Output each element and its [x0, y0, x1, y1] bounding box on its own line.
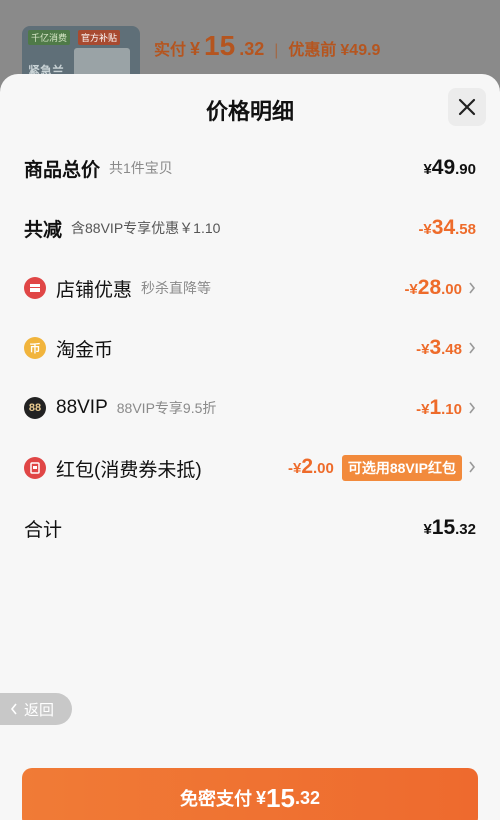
chevron-right-icon	[468, 461, 476, 473]
reduce-amount: -¥ 34 .58	[418, 216, 476, 240]
red-packet-label: 红包(消费券未抵)	[56, 459, 202, 481]
vip-dec: .10	[441, 401, 462, 418]
shop-dec: .00	[441, 281, 462, 298]
close-button[interactable]	[448, 88, 486, 126]
vip-icon: 88	[24, 397, 46, 419]
coin-currency: -¥	[416, 341, 430, 358]
total-sub: 共1件宝贝	[109, 160, 173, 176]
row-shop-discount[interactable]: 店铺优惠 秒杀直降等 -¥ 28 .00	[24, 270, 476, 306]
coin-amount: -¥ 3 .48	[416, 336, 476, 360]
red-packet-amount: -¥ 2 .00 可选用88VIP红包	[288, 455, 476, 481]
shop-sub: 秒杀直降等	[141, 280, 212, 296]
chevron-right-icon	[468, 282, 476, 294]
shop-currency: -¥	[404, 281, 418, 298]
thumb-tag-right: 官方补贴	[78, 30, 121, 45]
total-label: 商品总价	[24, 159, 101, 181]
reduce-int: 34	[431, 216, 456, 239]
thumb-tag-left: 千亿消费	[28, 30, 71, 45]
pay-int: 15	[266, 782, 295, 813]
reduce-sub: 含88VIP专享优惠￥1.10	[71, 220, 221, 236]
sum-label: 合计	[24, 519, 63, 541]
sum-amount: ¥ 15 .32	[423, 516, 476, 540]
close-icon	[458, 98, 476, 116]
price-label: 实付	[154, 42, 187, 59]
reduce-currency: -¥	[418, 221, 432, 238]
total-amount: ¥ 49 .90	[423, 156, 476, 180]
row-sum: 合计 ¥ 15 .32	[24, 510, 476, 546]
original-price-label: 优惠前	[288, 42, 337, 59]
red-packet-int: 2	[301, 455, 313, 478]
shop-label: 店铺优惠	[56, 279, 133, 301]
coin-label: 淘金币	[56, 339, 114, 361]
chevron-right-icon	[468, 402, 476, 414]
row-88vip[interactable]: 88 88VIP 88VIP专享9.5折 -¥ 1 .10	[24, 390, 476, 426]
row-red-packet[interactable]: 红包(消费券未抵) -¥ 2 .00 可选用88VIP红包	[24, 450, 476, 486]
chevron-right-icon	[468, 342, 476, 354]
row-reduce: 共减 含88VIP专享优惠￥1.10 -¥ 34 .58	[24, 210, 476, 246]
pay-label: 免密支付	[180, 789, 253, 809]
vip-amount: -¥ 1 .10	[416, 396, 476, 420]
coin-dec: .48	[441, 341, 462, 358]
back-button[interactable]: 返回	[0, 693, 72, 725]
sum-dec: .32	[455, 521, 476, 538]
shop-icon-glyph	[30, 284, 40, 292]
reduce-label: 共减	[24, 219, 63, 241]
chevron-left-icon	[10, 703, 17, 715]
price-currency: ¥	[190, 39, 201, 59]
back-label: 返回	[23, 701, 54, 719]
sheet-title: 价格明细	[205, 99, 294, 124]
vip-int: 1	[429, 396, 442, 419]
price-dec: .32	[239, 39, 265, 59]
pay-currency: ¥	[256, 787, 267, 808]
coin-int: 3	[429, 336, 442, 359]
red-packet-icon	[24, 457, 46, 479]
vip-label: 88VIP	[56, 397, 108, 418]
original-price-value: ¥49.9	[340, 42, 381, 59]
vip-sub: 88VIP专享9.5折	[116, 400, 217, 416]
coin-icon: 币	[24, 337, 46, 359]
row-total: 商品总价 共1件宝贝 ¥ 49 .90	[24, 150, 476, 186]
vip-red-packet-tag[interactable]: 可选用88VIP红包	[341, 455, 462, 481]
vip-currency: -¥	[416, 401, 430, 418]
sum-currency: ¥	[423, 521, 432, 538]
price-detail-sheet: 价格明细 商品总价 共1件宝贝 ¥ 49 .90 共减 含88VIP专享优惠￥1…	[0, 74, 500, 820]
price-int: 15	[204, 30, 236, 61]
red-packet-glyph	[30, 462, 40, 474]
price-separator: |	[274, 42, 279, 59]
total-int: 49	[431, 156, 456, 179]
shop-amount: -¥ 28 .00	[404, 276, 476, 300]
shop-icon	[24, 277, 46, 299]
sum-int: 15	[431, 516, 456, 539]
shop-int: 28	[417, 276, 442, 299]
red-packet-dec: .00	[313, 460, 334, 477]
pay-dec: .32	[294, 787, 320, 808]
background-price: 实付 ¥ 15 .32 | 优惠前 ¥49.9	[154, 30, 380, 66]
reduce-dec: .58	[455, 221, 476, 238]
red-packet-currency: -¥	[287, 460, 302, 477]
total-dec: .90	[455, 161, 476, 178]
total-currency: ¥	[423, 161, 432, 178]
pay-button[interactable]: 免密支付 ¥ 15 .32	[22, 768, 478, 820]
row-taojinbi[interactable]: 币 淘金币 -¥ 3 .48	[24, 330, 476, 366]
